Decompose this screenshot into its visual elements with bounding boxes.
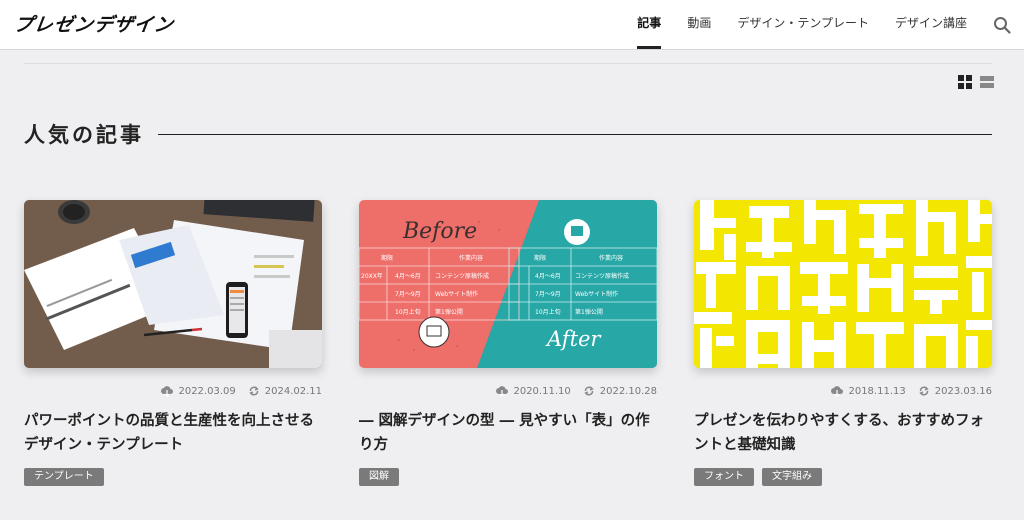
article-title[interactable]: ― 図解デザインの型 ― 見やすい「表」の作り方 — [359, 409, 657, 457]
update-icon — [249, 386, 259, 396]
thumb-cell: Webサイト制作 — [435, 290, 478, 298]
thumb-cell: 4月〜6月 — [395, 273, 421, 280]
thumb-cell: Webサイト制作 — [575, 290, 618, 298]
article-thumbnail[interactable] — [694, 200, 992, 368]
thumb-cell: 7月〜9月 — [395, 291, 421, 298]
published-date-text: 2018.11.13 — [848, 385, 906, 397]
article-dates: 2018.11.13 2023.03.16 — [694, 384, 992, 398]
article-thumbnail[interactable]: 期限 作業内容 20XX年 4月〜6月 コンテンツ原稿作成 7月〜9月 Webサ… — [359, 200, 657, 368]
nav-item-templates[interactable]: デザイン・テンプレート — [724, 0, 882, 50]
thumb-cell: コンテンツ原稿作成 — [575, 272, 629, 280]
thumb-before-label: Before — [402, 219, 477, 244]
divider — [24, 63, 992, 64]
tag-link[interactable]: テンプレート — [24, 468, 104, 486]
published-date-text: 2022.03.09 — [178, 385, 236, 397]
section-title: 人気の記事 — [24, 123, 144, 147]
published-date: 2020.11.10 — [496, 385, 571, 397]
thumb-cell: 10月上旬 — [535, 308, 561, 316]
tag-link[interactable]: フォント — [694, 468, 754, 486]
article-card[interactable]: 2018.11.13 2023.03.16 プレゼンを伝わりやすくする、おすすめ… — [694, 200, 992, 486]
section-heading: 人気の記事 — [24, 119, 992, 149]
updated-date: 2022.10.28 — [583, 385, 657, 397]
thumb-col-period: 期限 — [381, 254, 393, 262]
thumb-cell: 7月〜9月 — [535, 291, 561, 298]
article-dates: 2020.11.10 2022.10.28 — [359, 384, 657, 398]
article-title[interactable]: プレゼンを伝わりやすくする、おすすめフォントと基礎知識 — [694, 409, 992, 457]
thumb-col-task: 作業内容 — [599, 254, 623, 262]
update-icon — [584, 386, 594, 396]
site-logo[interactable]: プレゼンデザイン — [12, 10, 176, 37]
published-date: 2022.03.09 — [161, 385, 236, 397]
article-tags: 図解 — [359, 468, 657, 486]
nav-item-videos[interactable]: 動画 — [674, 0, 724, 50]
table-before-after-image: 期限 作業内容 20XX年 4月〜6月 コンテンツ原稿作成 7月〜9月 Webサ… — [359, 200, 657, 368]
nav-item-articles[interactable]: 記事 — [624, 0, 674, 50]
nav-item-courses[interactable]: デザイン講座 — [882, 0, 980, 50]
thumb-cell: 第1弾公開 — [575, 308, 603, 316]
view-toggle — [958, 75, 994, 89]
search-icon — [994, 17, 1011, 34]
thumb-cell: 4月〜6月 — [535, 273, 561, 280]
updated-date-text: 2024.02.11 — [264, 385, 322, 397]
search-button[interactable] — [980, 0, 1024, 50]
published-date-text: 2020.11.10 — [513, 385, 571, 397]
updated-date: 2023.03.16 — [918, 385, 992, 397]
updated-date: 2024.02.11 — [248, 385, 322, 397]
article-list: 2022.03.09 2024.02.11 パワーポイントの品質と生産性を向上さ… — [24, 200, 992, 486]
article-dates: 2022.03.09 2024.02.11 — [24, 384, 322, 398]
article-title[interactable]: パワーポイントの品質と生産性を向上させるデザイン・テンプレート — [24, 409, 322, 457]
article-card[interactable]: 2022.03.09 2024.02.11 パワーポイントの品質と生産性を向上さ… — [24, 200, 322, 486]
publish-icon — [831, 386, 844, 397]
tag-link[interactable]: 図解 — [359, 468, 399, 486]
thumb-cell: 10月上旬 — [395, 308, 421, 316]
thumb-cell: コンテンツ原稿作成 — [435, 272, 489, 280]
published-date: 2018.11.13 — [831, 385, 906, 397]
update-icon — [919, 386, 929, 396]
thumb-cell: 20XX年 — [361, 272, 383, 280]
publish-icon — [161, 386, 174, 397]
thumb-col-period: 期限 — [534, 254, 546, 262]
thumb-cell: 第1弾公開 — [435, 308, 463, 316]
updated-date-text: 2023.03.16 — [934, 385, 992, 397]
tag-link[interactable]: 文字組み — [762, 468, 822, 486]
publish-icon — [496, 386, 509, 397]
updated-date-text: 2022.10.28 — [599, 385, 657, 397]
thumb-after-label: After — [545, 327, 602, 351]
article-card[interactable]: 期限 作業内容 20XX年 4月〜6月 コンテンツ原稿作成 7月〜9月 Webサ… — [359, 200, 657, 486]
font-typography-image — [694, 200, 992, 368]
main-nav: 記事 動画 デザイン・テンプレート デザイン講座 — [624, 0, 1024, 50]
list-view-icon[interactable] — [980, 75, 994, 89]
article-tags: テンプレート — [24, 468, 322, 486]
site-header: プレゼンデザイン 記事 動画 デザイン・テンプレート デザイン講座 — [0, 0, 1024, 50]
article-tags: フォント 文字組み — [694, 468, 992, 486]
thumb-col-task: 作業内容 — [459, 254, 483, 262]
section-rule — [158, 133, 992, 135]
grid-view-icon[interactable] — [958, 75, 972, 89]
template-documents-image — [24, 200, 322, 368]
article-thumbnail[interactable] — [24, 200, 322, 368]
